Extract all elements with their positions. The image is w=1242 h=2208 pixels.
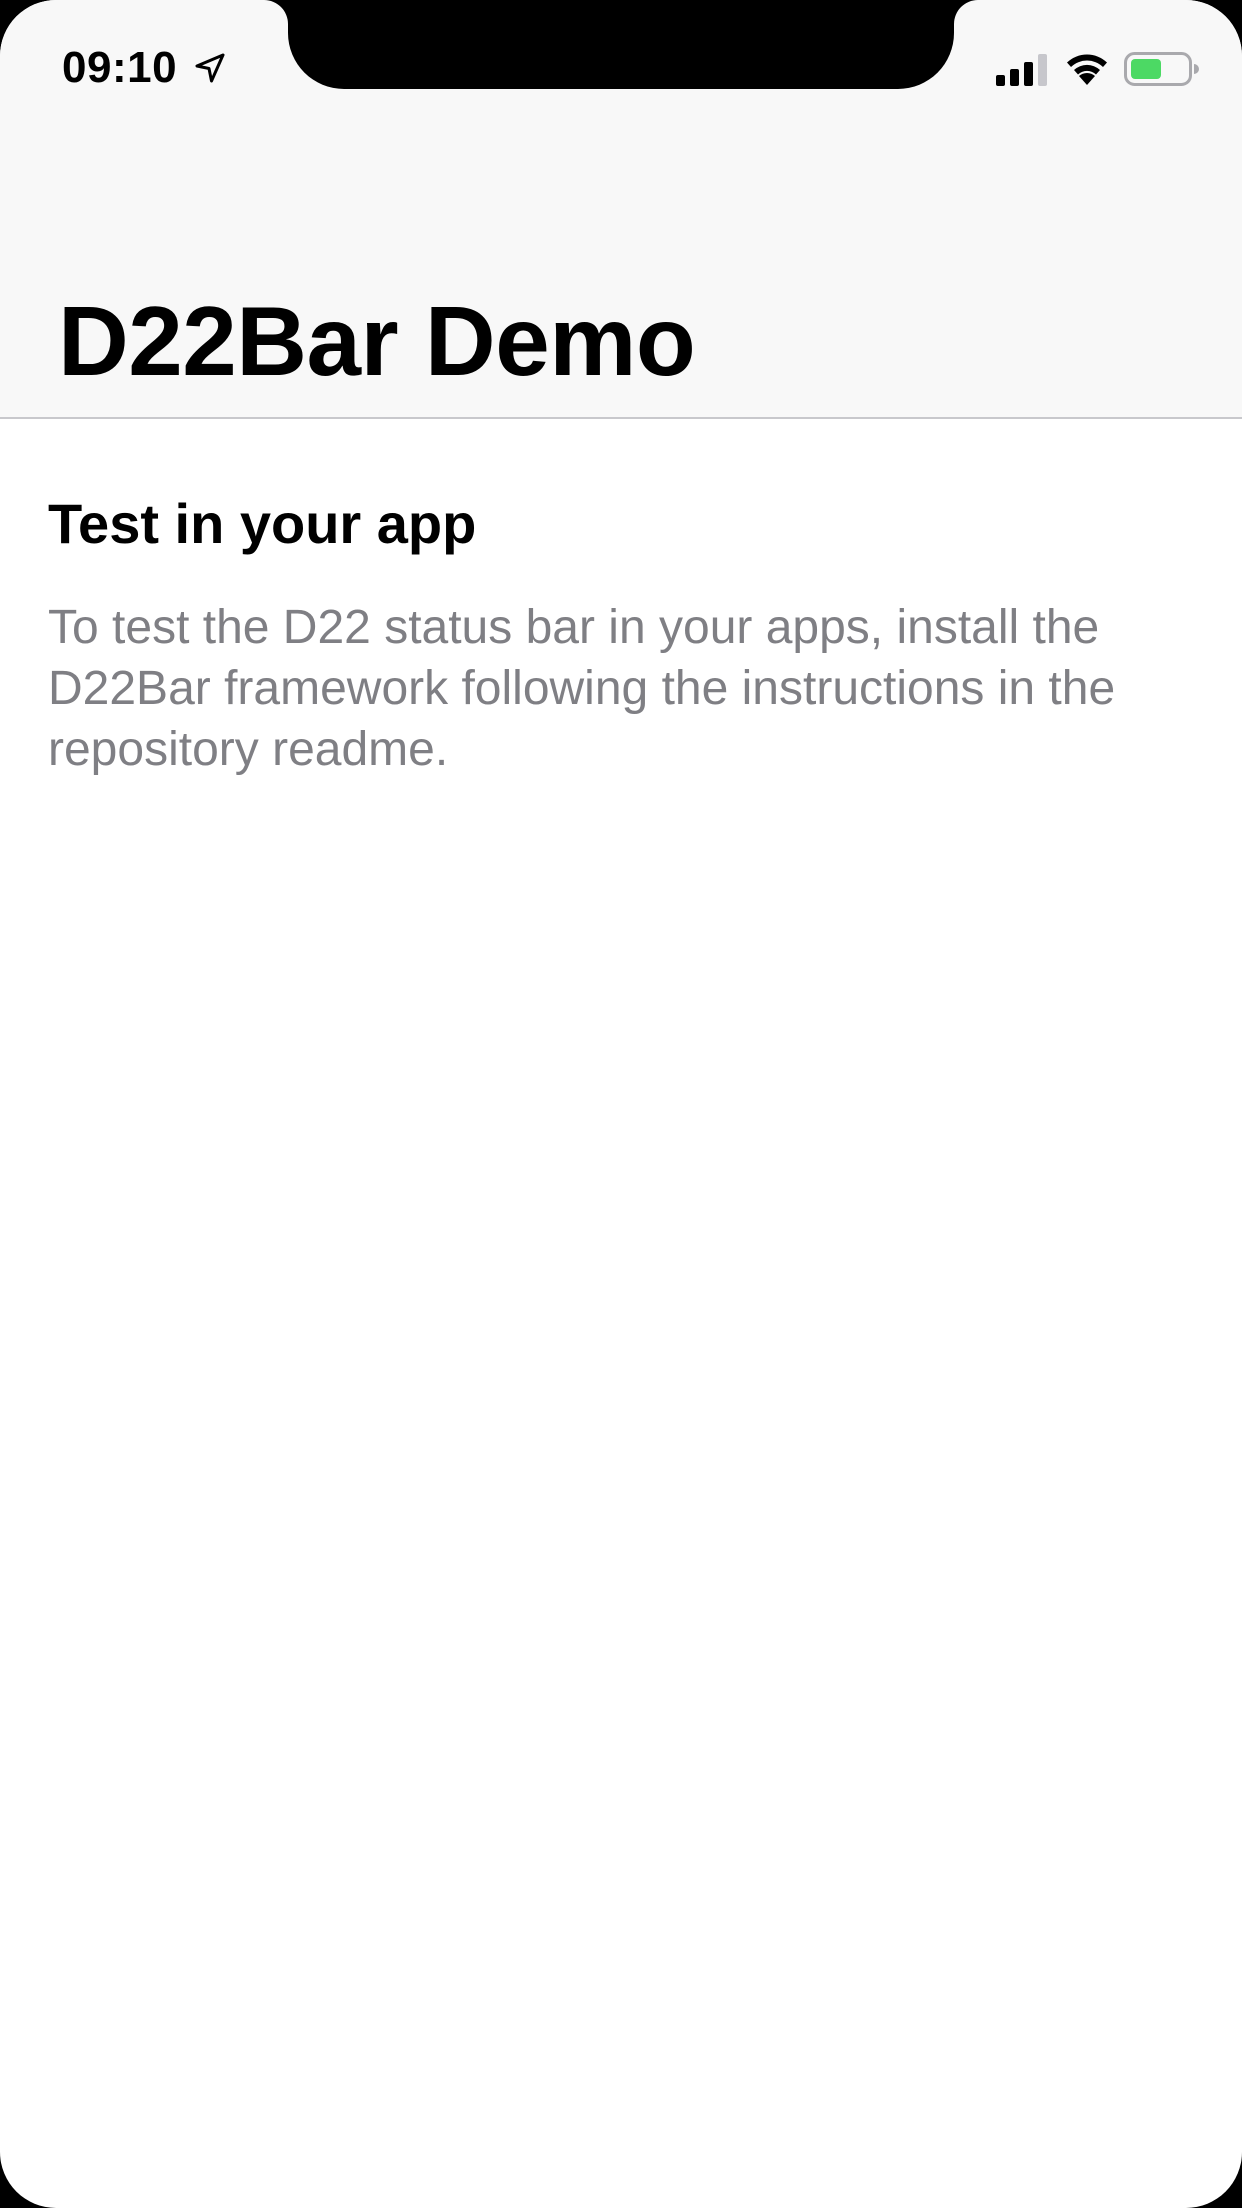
wifi-icon <box>1067 54 1107 85</box>
battery-icon <box>1124 52 1199 86</box>
navigation-bar: 09:10 D22Bar Demo <box>0 0 1242 419</box>
status-bar-time: 09:10 <box>62 43 178 92</box>
description-text: To test the D22 status bar in your apps,… <box>48 601 1116 776</box>
page-title: D22Bar Demo <box>58 286 696 396</box>
device-notch <box>288 0 954 89</box>
device-screen: 09:10 D22Bar Demo Test in your app To te… <box>0 0 1242 2208</box>
location-arrow-icon <box>195 53 225 83</box>
section-heading: Test in your app <box>48 492 477 555</box>
cellular-signal-icon <box>996 54 1047 86</box>
